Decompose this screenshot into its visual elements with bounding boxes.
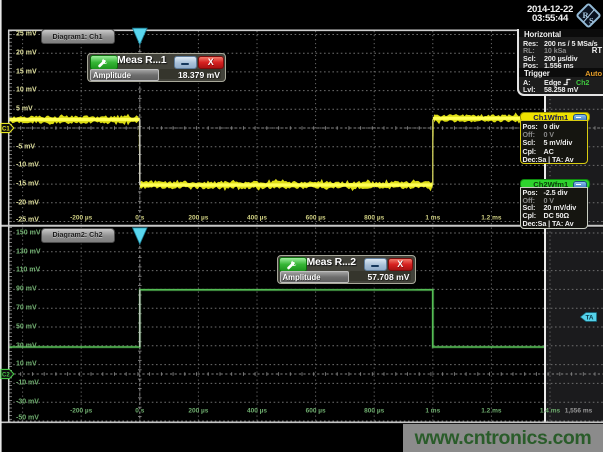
svg-text:S: S — [589, 16, 594, 26]
svg-text:C2: C2 — [2, 372, 10, 378]
svg-text:TA: TA — [586, 315, 594, 322]
svg-text:C1: C1 — [2, 126, 10, 132]
